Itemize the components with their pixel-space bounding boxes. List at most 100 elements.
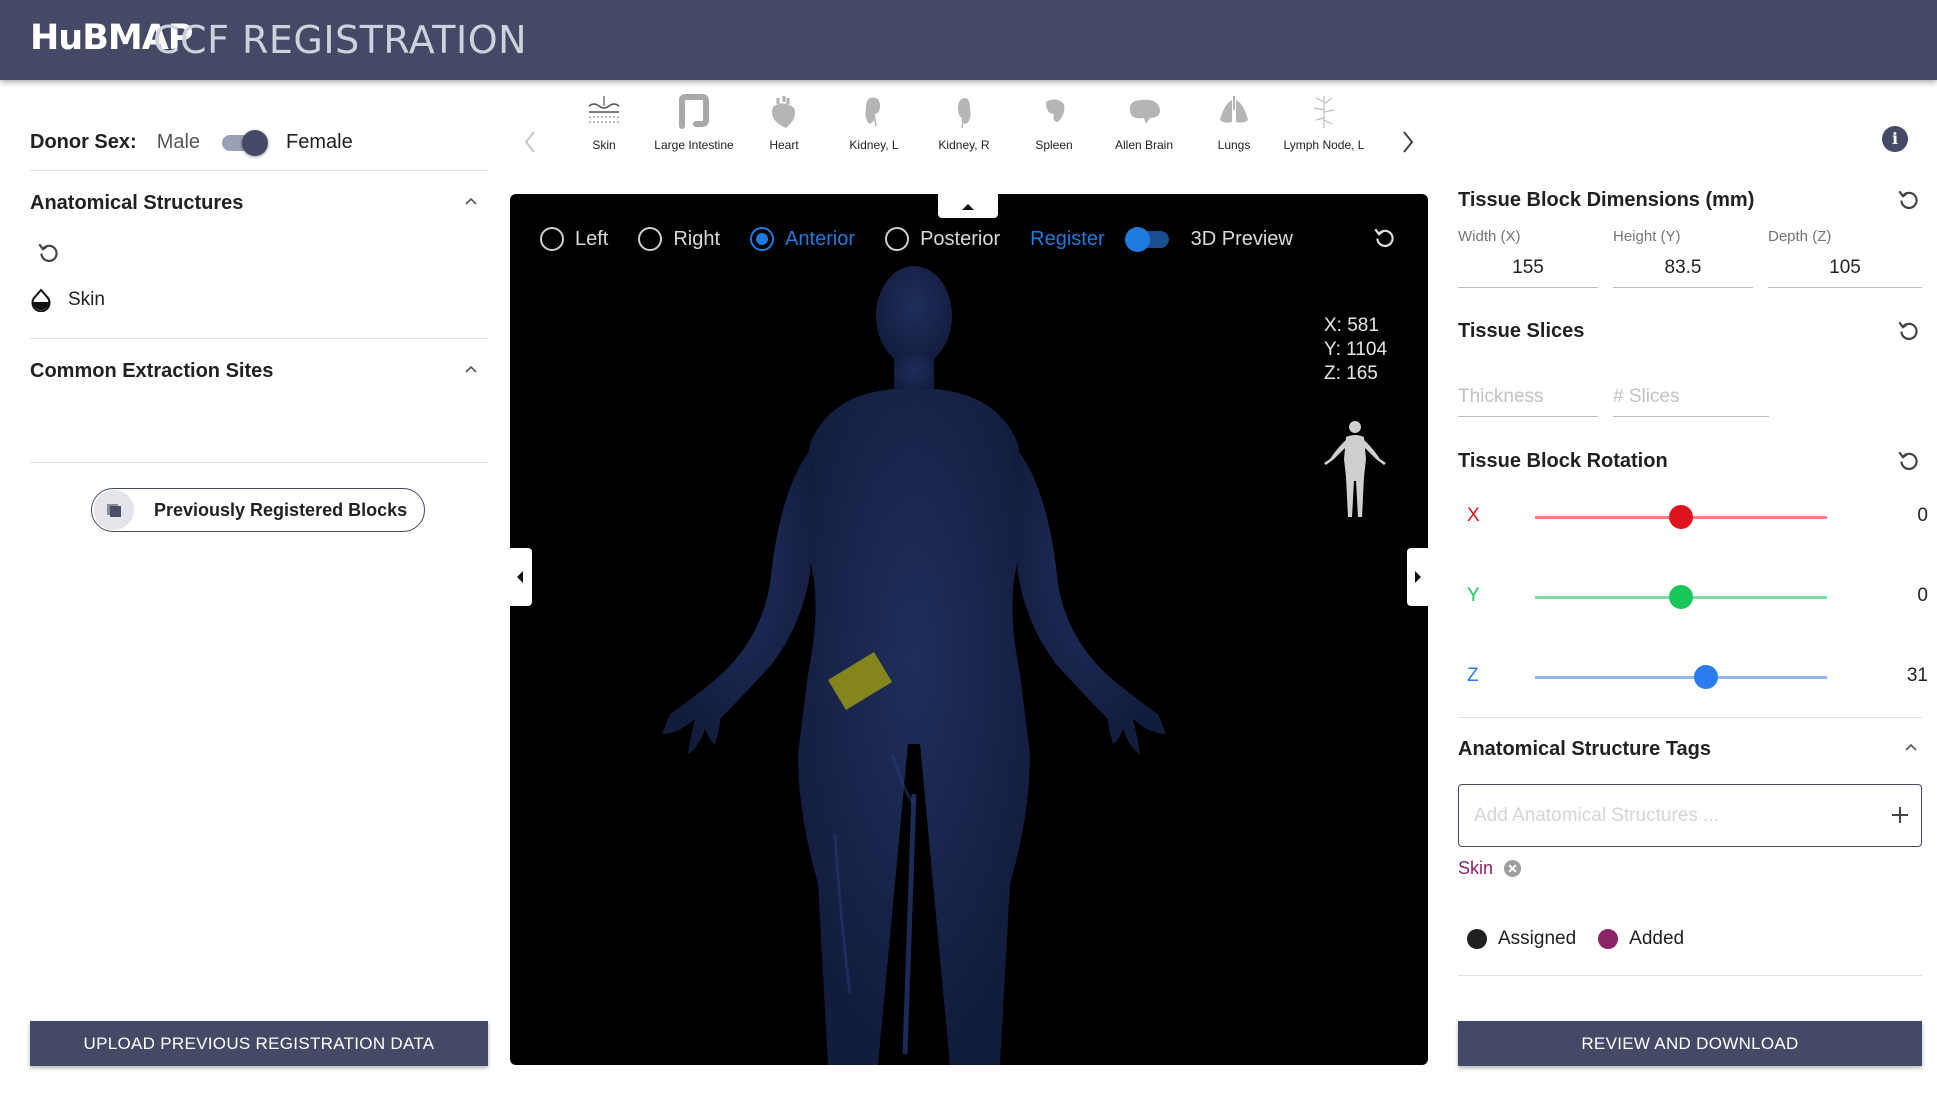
view-label: Anterior bbox=[785, 227, 856, 250]
organ-large-intestine[interactable]: Large Intestine bbox=[649, 92, 739, 153]
depth-field[interactable]: Depth (Z) 105 bbox=[1768, 228, 1922, 288]
view-controls: Left Right Anterior Posterior Register 3… bbox=[540, 224, 1293, 254]
collapse-top-tab[interactable] bbox=[938, 194, 998, 218]
right-panel: Tissue Block Dimensions (mm) Width (X) 1… bbox=[1428, 80, 1937, 1096]
previously-registered-blocks-label: Previously Registered Blocks bbox=[154, 499, 408, 520]
tag-input-box[interactable] bbox=[1458, 784, 1922, 847]
organ-label: Skin bbox=[592, 138, 616, 152]
sex-male-label[interactable]: Male bbox=[157, 131, 200, 154]
view-radio-left[interactable]: Left bbox=[540, 227, 608, 251]
organ-lungs[interactable]: Lungs bbox=[1189, 92, 1279, 153]
left-panel: Donor Sex: Male Female Anatomical Struct… bbox=[0, 80, 510, 1096]
anatomical-structure-tags-title[interactable]: Anatomical Structure Tags bbox=[1458, 738, 1711, 761]
tissue-slices-title: Tissue Slices bbox=[1458, 320, 1585, 342]
register-mode-label[interactable]: Register bbox=[1030, 228, 1104, 251]
plus-icon[interactable] bbox=[1889, 804, 1911, 826]
tag-search-input[interactable] bbox=[1474, 804, 1874, 827]
heart-icon bbox=[772, 96, 795, 128]
remove-tag-icon[interactable] bbox=[1503, 859, 1522, 878]
view-label: Left bbox=[575, 227, 609, 250]
slices-count-input[interactable]: # Slices bbox=[1613, 386, 1769, 417]
legend-added-label: Added bbox=[1629, 928, 1685, 949]
view-radio-posterior[interactable]: Posterior bbox=[885, 227, 1000, 251]
app-header: HuBMAP CCF REGISTRATION bbox=[0, 0, 1937, 80]
organ-label: Kidney, R bbox=[938, 138, 990, 152]
rotation-axis-label: X bbox=[1467, 505, 1480, 526]
width-field[interactable]: Width (X) 155 bbox=[1458, 228, 1598, 288]
rotation-value[interactable]: 31 bbox=[1888, 665, 1928, 687]
organ-kidney-left[interactable]: Kidney, L bbox=[829, 92, 919, 153]
organ-label: Spleen bbox=[1035, 138, 1073, 152]
divider bbox=[30, 170, 488, 171]
organ-allen-brain[interactable]: Allen Brain bbox=[1099, 92, 1189, 153]
caret-up-icon bbox=[962, 204, 974, 210]
added-dot bbox=[1598, 929, 1619, 949]
carousel-next-arrow-icon[interactable] bbox=[1398, 128, 1418, 156]
collapse-right-tab[interactable] bbox=[1407, 548, 1428, 606]
view-label: Posterior bbox=[920, 227, 1001, 250]
rotation-slider-thumb[interactable] bbox=[1694, 665, 1719, 689]
donor-sex-toggle[interactable] bbox=[222, 130, 269, 156]
sex-female-label[interactable]: Female bbox=[286, 131, 353, 154]
view-label: Right bbox=[673, 227, 721, 250]
upload-registration-button[interactable]: UPLOAD PREVIOUS REGISTRATION DATA bbox=[30, 1021, 488, 1066]
divider bbox=[1458, 717, 1922, 718]
tissue-block-dimensions-title: Tissue Block Dimensions (mm) bbox=[1458, 189, 1755, 211]
legend-assigned-label: Assigned bbox=[1498, 928, 1577, 949]
anatomical-item-skin[interactable]: Skin bbox=[30, 288, 105, 312]
rotation-value[interactable]: 0 bbox=[1888, 505, 1928, 527]
reset-rotation-icon[interactable] bbox=[1896, 448, 1922, 474]
organ-heart[interactable]: Heart bbox=[739, 92, 829, 153]
cube-icon bbox=[94, 490, 134, 530]
reset-view-icon[interactable] bbox=[1372, 225, 1398, 251]
anatomical-structures-title[interactable]: Anatomical Structures bbox=[30, 192, 243, 215]
divider bbox=[1458, 975, 1922, 976]
3d-viewer[interactable]: Left Right Anterior Posterior Register 3… bbox=[510, 194, 1428, 1065]
rotation-slider-track[interactable] bbox=[1535, 676, 1827, 679]
toggle-thumb bbox=[1124, 227, 1150, 252]
width-value[interactable]: 155 bbox=[1458, 257, 1598, 288]
chevron-up-icon[interactable] bbox=[463, 362, 479, 378]
reset-icon[interactable] bbox=[36, 240, 62, 266]
reset-dimensions-icon[interactable] bbox=[1896, 187, 1922, 213]
depth-value[interactable]: 105 bbox=[1768, 257, 1922, 288]
rotation-value[interactable]: 0 bbox=[1888, 585, 1928, 607]
chevron-up-icon[interactable] bbox=[463, 194, 479, 210]
common-extraction-sites-title[interactable]: Common Extraction Sites bbox=[30, 360, 273, 383]
height-field[interactable]: Height (Y) 83.5 bbox=[1613, 228, 1753, 288]
review-and-download-button[interactable]: REVIEW AND DOWNLOAD bbox=[1458, 1021, 1922, 1066]
tag-chip-skin[interactable]: Skin bbox=[1458, 858, 1522, 879]
tag-label: Skin bbox=[1458, 858, 1494, 878]
collapse-left-tab[interactable] bbox=[510, 548, 532, 606]
coord-y: Y: 1104 bbox=[1324, 339, 1388, 360]
organ-carousel: Skin Large Intestine Heart Kidney, L Kid… bbox=[515, 92, 1415, 182]
skin-drop-icon bbox=[31, 288, 51, 312]
lungs-icon bbox=[1220, 96, 1248, 123]
organ-kidney-right[interactable]: Kidney, R bbox=[919, 92, 1009, 153]
body-model[interactable] bbox=[510, 194, 1428, 1065]
caret-right-icon bbox=[1415, 571, 1421, 583]
organ-label: Lungs bbox=[1217, 138, 1251, 152]
donor-sex-row: Donor Sex: Male Female bbox=[30, 127, 353, 157]
view-radio-right[interactable]: Right bbox=[638, 227, 720, 251]
organ-skin[interactable]: Skin bbox=[559, 92, 649, 153]
rotation-slider-thumb[interactable] bbox=[1669, 505, 1693, 529]
organ-lymph-node-left[interactable]: Lymph Node, L bbox=[1279, 92, 1369, 153]
chevron-up-icon[interactable] bbox=[1903, 740, 1919, 756]
donor-sex-label: Donor Sex: bbox=[30, 130, 137, 153]
preview-mode-label[interactable]: 3D Preview bbox=[1191, 228, 1293, 251]
height-value[interactable]: 83.5 bbox=[1613, 257, 1753, 288]
thickness-input[interactable]: Thickness bbox=[1458, 386, 1598, 417]
height-label: Height (Y) bbox=[1613, 228, 1681, 245]
preview-mode-toggle[interactable] bbox=[1124, 227, 1171, 252]
organ-label: Allen Brain bbox=[1114, 138, 1174, 152]
tag-legend: Assigned Added bbox=[1467, 928, 1706, 950]
view-radio-anterior[interactable]: Anterior bbox=[750, 227, 855, 251]
kidney-left-icon bbox=[865, 97, 880, 127]
organ-spleen[interactable]: Spleen bbox=[1009, 92, 1099, 153]
reset-slices-icon[interactable] bbox=[1896, 318, 1922, 344]
previously-registered-blocks-button[interactable]: Previously Registered Blocks bbox=[91, 488, 425, 532]
tissue-block-rotation-title: Tissue Block Rotation bbox=[1458, 450, 1668, 472]
rotation-slider-thumb[interactable] bbox=[1669, 585, 1693, 609]
coordinates-readout: X: 581 Y: 1104 Z: 165 bbox=[1324, 314, 1387, 386]
